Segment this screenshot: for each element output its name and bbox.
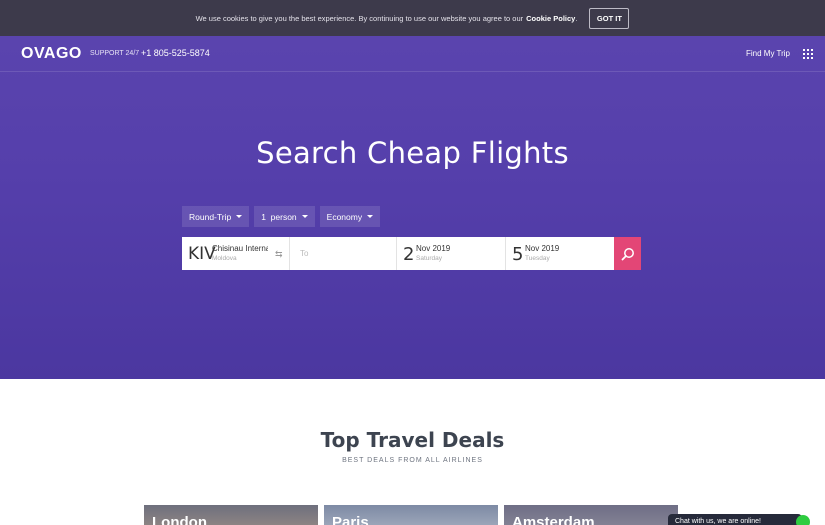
- chat-widget[interactable]: Chat with us, we are online!: [668, 514, 802, 525]
- passengers-label: 1 person: [261, 211, 297, 222]
- passengers-dropdown[interactable]: 1 person: [254, 206, 315, 227]
- chat-online-icon[interactable]: [796, 515, 810, 525]
- trip-type-label: Round-Trip: [189, 211, 232, 222]
- deals-title: Top Travel Deals: [320, 428, 505, 452]
- deal-card-london[interactable]: London: [144, 505, 318, 525]
- swap-icon[interactable]: ⇆: [275, 249, 283, 260]
- origin-field[interactable]: KIV Chisinau International Moldova ⇆: [182, 237, 290, 270]
- cookie-policy-link[interactable]: Cookie Policy: [526, 14, 575, 23]
- departure-date-field[interactable]: 2 Nov 2019 Saturday: [397, 237, 506, 270]
- deal-card-city: Paris: [332, 514, 369, 525]
- top-navigation: OVAGO SUPPORT 24/7 +1 805-525-5874 Find …: [0, 36, 825, 72]
- cabin-class-dropdown[interactable]: Economy: [319, 206, 381, 227]
- search-icon: [621, 247, 634, 260]
- support-phone-link[interactable]: +1 805-525-5874: [141, 48, 210, 58]
- chevron-down-icon: [367, 215, 374, 218]
- destination-field[interactable]: To: [290, 237, 397, 270]
- flight-search-form: KIV Chisinau International Moldova ⇆ To …: [182, 237, 641, 270]
- page-title: Search Cheap Flights: [256, 136, 569, 170]
- cookie-period: .: [575, 13, 578, 23]
- deal-card-paris[interactable]: Paris: [324, 505, 498, 525]
- chevron-down-icon: [301, 215, 308, 218]
- deal-card-amsterdam[interactable]: Amsterdam: [504, 505, 678, 525]
- search-button[interactable]: [614, 237, 641, 270]
- support-label: SUPPORT 24/7: [90, 50, 140, 57]
- return-weekday: Tuesday: [525, 255, 550, 262]
- cookie-banner: We use cookies to give you the best expe…: [0, 0, 825, 36]
- origin-city: Chisinau International: [212, 244, 268, 253]
- deal-cards: London Paris Amsterdam: [144, 505, 678, 525]
- trip-type-dropdown[interactable]: Round-Trip: [182, 206, 250, 227]
- return-day: 5: [512, 244, 524, 265]
- find-my-trip-link[interactable]: Find My Trip: [746, 49, 790, 58]
- cookie-message: We use cookies to give you the best expe…: [195, 13, 524, 23]
- destination-placeholder: To: [300, 249, 309, 258]
- departure-month: Nov 2019: [416, 244, 451, 253]
- departure-weekday: Saturday: [416, 255, 443, 262]
- departure-day: 2: [403, 244, 415, 265]
- deals-subtitle: BEST DEALS FROM ALL AIRLINES: [342, 457, 483, 464]
- return-date-field[interactable]: 5 Nov 2019 Tuesday: [506, 237, 614, 270]
- ovago-logo[interactable]: OVAGO: [21, 45, 82, 63]
- got-it-button[interactable]: GOT IT: [589, 7, 630, 29]
- deal-card-city: London: [152, 514, 207, 525]
- hero-section: OVAGO SUPPORT 24/7 +1 805-525-5874 Find …: [0, 36, 825, 379]
- cabin-class-label: Economy: [326, 211, 363, 222]
- origin-country: Moldova: [212, 255, 237, 262]
- grid-icon[interactable]: [803, 49, 813, 59]
- chevron-down-icon: [236, 215, 243, 218]
- deal-card-city: Amsterdam: [512, 514, 595, 525]
- search-options: Round-Trip 1 person Economy: [182, 206, 381, 227]
- return-month: Nov 2019: [525, 244, 560, 253]
